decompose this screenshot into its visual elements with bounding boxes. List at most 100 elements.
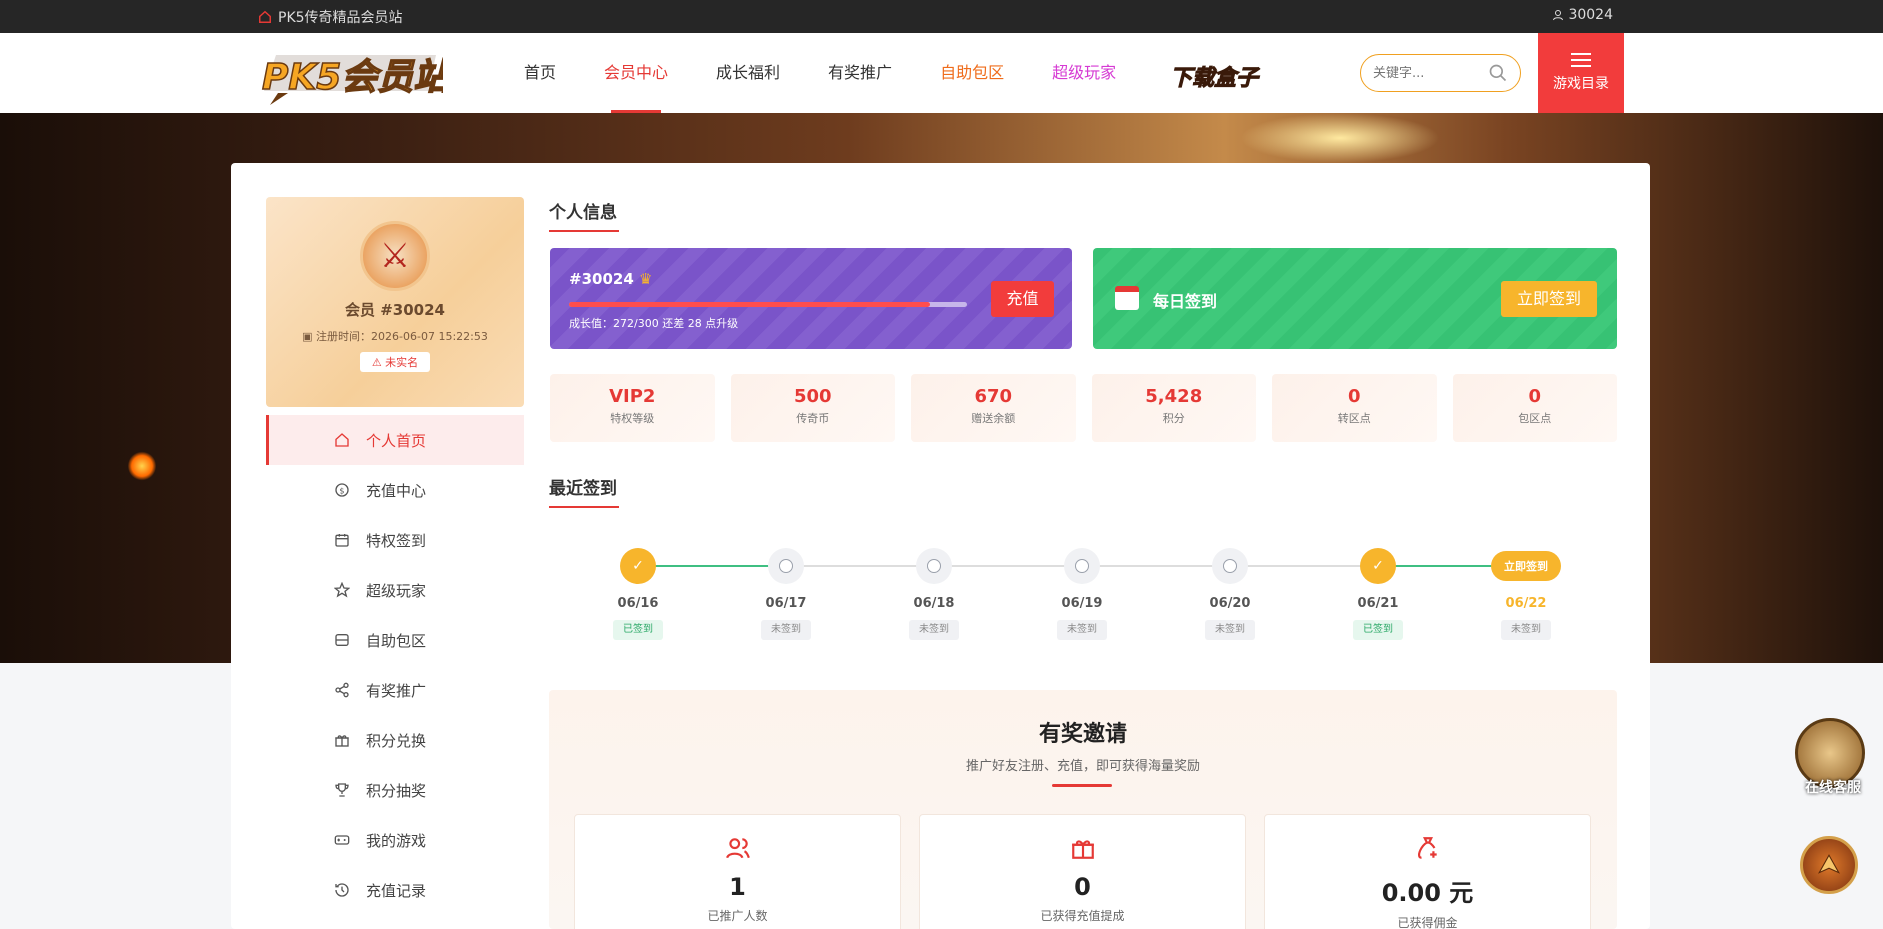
stat-transfer-points: 0 转区点 — [1272, 374, 1437, 442]
sidebar-item-referral[interactable]: 有奖推广 — [266, 665, 524, 715]
share-icon — [335, 682, 349, 698]
user-icon — [1553, 10, 1564, 21]
stat-value: 670 — [974, 386, 1013, 407]
gamepad-icon — [334, 835, 350, 845]
invite-value: 0.00 元 — [1381, 879, 1474, 907]
sidebar-item-label: 有奖推广 — [366, 681, 427, 700]
checkin-status: 已签到 — [1353, 620, 1403, 640]
search-input[interactable] — [1373, 65, 1483, 81]
sidebar-item-label: 特权签到 — [366, 531, 427, 550]
growth-text: 成长值：272/300 还差 28 点升级 — [569, 317, 739, 330]
menu-icon — [1571, 53, 1591, 67]
game-directory-button[interactable]: 游戏目录 — [1538, 33, 1624, 122]
checkin-empty-icon — [916, 548, 952, 584]
sidebar-item-privilege-sign[interactable]: 特权签到 — [266, 515, 524, 565]
stat-value: 5,428 — [1145, 386, 1203, 407]
money-bag-icon — [1417, 837, 1437, 859]
invite-label: 已获得佣金 — [1397, 916, 1458, 929]
site-name: PK5传奇精品会员站 — [278, 10, 403, 26]
growth-progress-bar — [569, 302, 967, 307]
checkin-date: 06/17 — [765, 596, 807, 611]
server-icon — [335, 634, 349, 646]
download-box-link[interactable]: 下载盒子 — [1168, 55, 1268, 97]
checkin-date: 06/21 — [1357, 596, 1399, 611]
stat-value: 0 — [1347, 386, 1361, 407]
user-link[interactable]: 30024 — [1552, 7, 1613, 23]
calendar-icon: ▣ — [302, 330, 317, 343]
sidebar-nav: 个人首页 $ 充值中心 特权签到 超级玩家 自助包区 有奖推广 积分兑换 积分抽… — [266, 415, 524, 915]
sidebar-item-self-package[interactable]: 自助包区 — [266, 615, 524, 665]
arrow-up-icon — [1817, 854, 1841, 874]
nav-home[interactable]: 首页 — [500, 33, 580, 113]
back-to-top-button[interactable] — [1800, 836, 1858, 894]
gift-icon — [1071, 840, 1094, 859]
nav-growth-welfare[interactable]: 成长福利 — [692, 33, 804, 113]
checkin-sign-now-button[interactable]: 立即签到 — [1491, 551, 1561, 581]
site-logo[interactable]: PK5会员站 — [258, 47, 455, 105]
nav-member-center[interactable]: 会员中心 — [580, 33, 692, 113]
stats-row: VIP2 特权等级 500 传奇币 670 赠送余额 5,428 积分 0 转区点 0 包区… — [550, 374, 1617, 442]
stat-gift-balance: 670 赠送余额 — [911, 374, 1076, 442]
site-name-link[interactable]: PK5传奇精品会员站 — [258, 7, 403, 27]
personal-info-heading: 个人信息 — [549, 198, 619, 232]
checkin-empty-icon — [1064, 548, 1100, 584]
checkin-done-icon: ✓ — [620, 548, 656, 584]
stat-label: 传奇币 — [796, 412, 830, 425]
vip-card: #30024 ♛ 成长值：272/300 还差 28 点升级 充值 — [550, 248, 1072, 349]
search-icon[interactable] — [1488, 63, 1508, 83]
sidebar-item-home[interactable]: 个人首页 — [266, 415, 524, 465]
logo-text: PK5会员站 — [262, 57, 443, 98]
sidebar-item-points-lottery[interactable]: 积分抽奖 — [266, 765, 524, 815]
sidebar-item-label: 我的游戏 — [366, 831, 427, 850]
search-box — [1360, 54, 1521, 92]
home-icon — [335, 433, 349, 447]
checkin-status: 未签到 — [1057, 620, 1107, 640]
users-icon — [725, 838, 750, 859]
checkin-segment-done — [638, 565, 786, 567]
game-directory-label: 游戏目录 — [1553, 76, 1609, 92]
online-service-label: 在线客服 — [1805, 780, 1861, 796]
recharge-button[interactable]: 充值 — [991, 281, 1054, 317]
download-box-text: 下载盒子 — [1170, 65, 1260, 91]
checkin-date: 06/20 — [1209, 596, 1251, 611]
stat-vip-level: VIP2 特权等级 — [550, 374, 715, 442]
light-glow-decoration — [1240, 113, 1440, 163]
fire-ember-decoration — [128, 451, 156, 481]
stat-value: 0 — [1528, 386, 1542, 407]
stat-legend-coin: 500 传奇币 — [730, 374, 895, 442]
nav-referral[interactable]: 有奖推广 — [804, 33, 916, 113]
vip-crown-icon: ♛ — [639, 270, 653, 288]
sidebar-item-label: 积分兑换 — [366, 731, 427, 750]
checkin-date: 06/22 — [1505, 596, 1547, 611]
coin-icon: $ — [335, 483, 349, 497]
verify-badge-text: 未实名 — [385, 356, 419, 369]
sidebar-item-label: 积分抽奖 — [366, 781, 427, 800]
invite-value: 0 — [1074, 873, 1091, 901]
stat-label: 积分 — [1162, 412, 1185, 425]
invite-section: 有奖邀请 推广好友注册、充值，即可获得海量奖励 1 已推广人数 0 已获得充值提… — [549, 690, 1617, 929]
profile-name: 会员 #30024 — [345, 301, 445, 319]
sign-now-button[interactable]: 立即签到 — [1501, 281, 1597, 317]
trophy-icon — [335, 783, 349, 797]
stat-points: 5,428 积分 — [1091, 374, 1256, 442]
invite-box-referrals: 1 已推广人数 — [574, 814, 901, 929]
nav-self-package[interactable]: 自助包区 — [916, 33, 1028, 113]
sidebar-item-super-player[interactable]: 超级玩家 — [266, 565, 524, 615]
sidebar-item-my-games[interactable]: 我的游戏 — [266, 815, 524, 865]
online-service-button[interactable]: 在线客服 — [1795, 718, 1865, 796]
star-icon — [334, 582, 350, 598]
sidebar-item-label: 超级玩家 — [366, 581, 427, 600]
checkin-done-icon: ✓ — [1360, 548, 1396, 584]
sidebar-item-recharge[interactable]: $ 充值中心 — [266, 465, 524, 515]
nav-super-player[interactable]: 超级玩家 — [1028, 33, 1140, 113]
verify-badge[interactable]: ⚠ 未实名 — [359, 352, 431, 372]
daily-sign-label: 每日签到 — [1153, 292, 1218, 311]
calendar-icon — [1115, 286, 1139, 310]
top-bar: PK5传奇精品会员站 30024 — [0, 0, 1883, 33]
stat-label: 包区点 — [1518, 412, 1552, 425]
sidebar-item-points-exchange[interactable]: 积分兑换 — [266, 715, 524, 765]
avatar[interactable]: ⚔ — [360, 221, 430, 291]
sidebar-item-recharge-history[interactable]: 充值记录 — [266, 865, 524, 915]
history-icon — [335, 883, 349, 897]
recent-checkin-heading: 最近签到 — [549, 474, 619, 508]
